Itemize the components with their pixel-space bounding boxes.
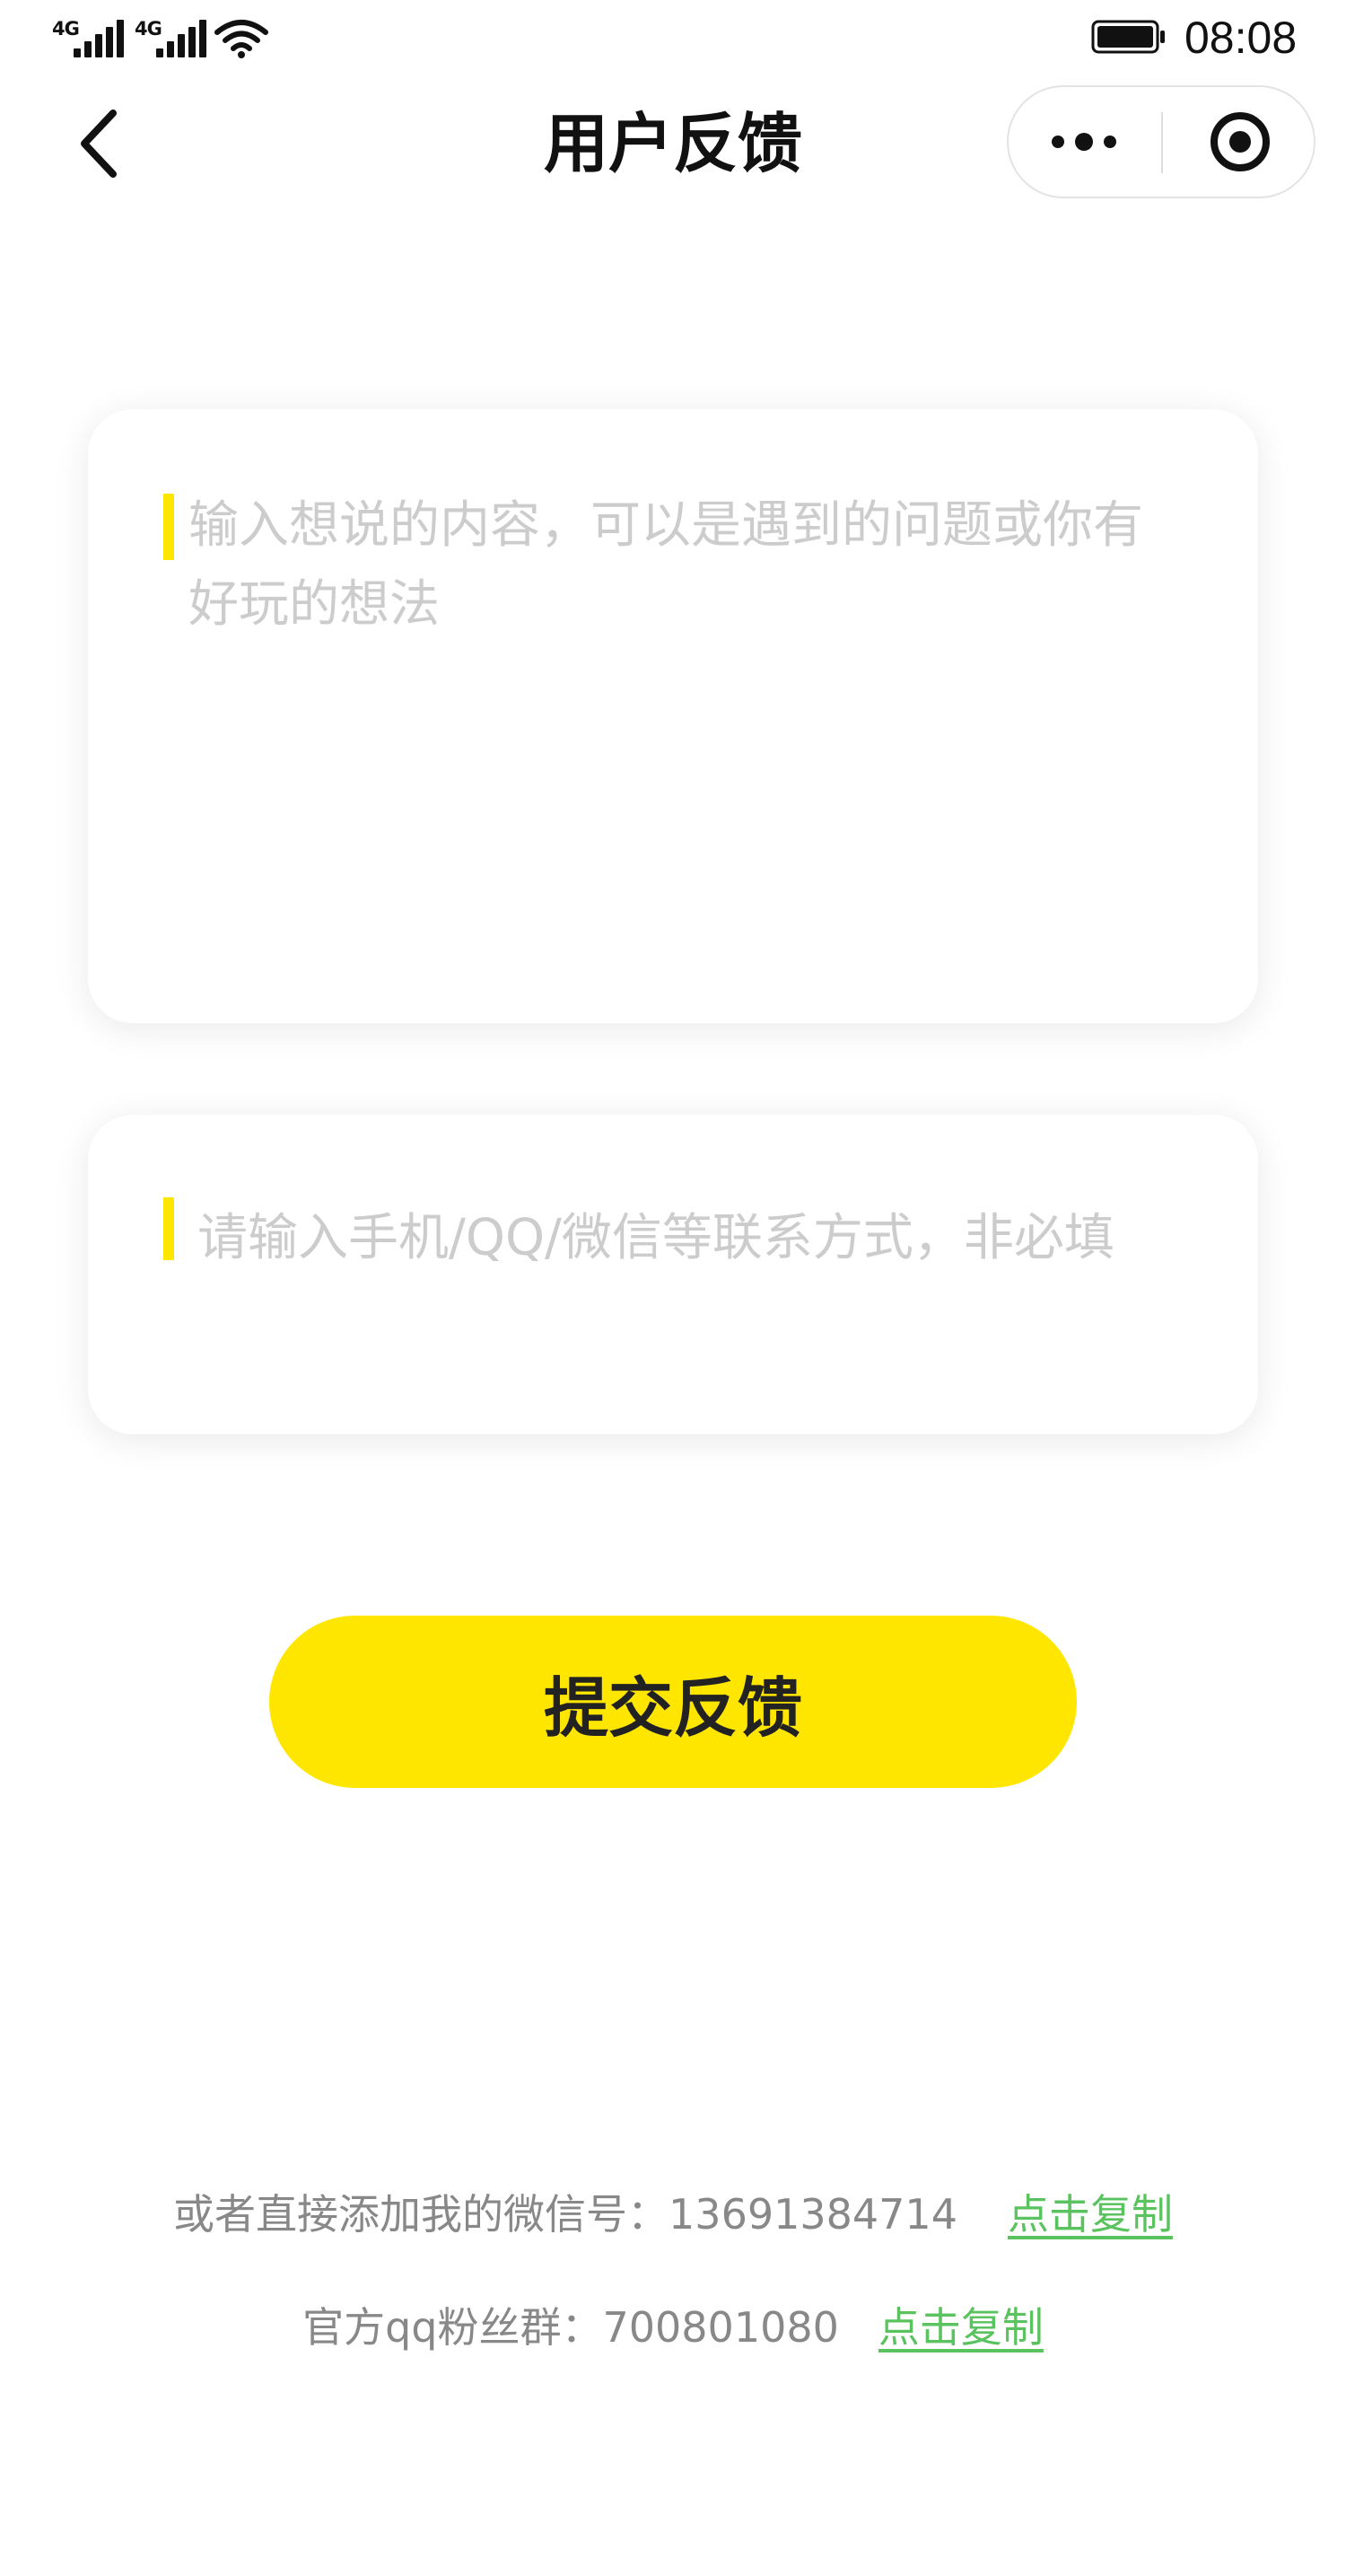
signal-label: 4G xyxy=(52,18,80,39)
contact-input[interactable]: 请输入手机/QQ/微信等联系方式，非必填 xyxy=(88,1115,1258,1434)
more-dots-icon xyxy=(1046,133,1122,151)
text-cursor xyxy=(163,494,174,560)
wechat-contact-line: 或者直接添加我的微信号：13691384714 点击复制 xyxy=(0,2183,1346,2246)
page-title: 用户反馈 xyxy=(543,106,802,181)
feedback-content-input[interactable]: 输入想说的内容，可以是遇到的问题或你有好玩的想法 xyxy=(88,409,1258,1023)
back-button[interactable] xyxy=(54,99,144,188)
copy-qq-link[interactable]: 点击复制 xyxy=(878,2303,1044,2352)
capsule-divider xyxy=(1161,112,1163,173)
signal-label: 4G xyxy=(135,18,162,39)
chevron-left-icon xyxy=(81,110,117,178)
battery-icon xyxy=(1091,20,1165,54)
signal-icon: 4G xyxy=(52,16,124,61)
contact-placeholder: 请输入手机/QQ/微信等联系方式，非必填 xyxy=(197,1209,1114,1267)
text-cursor xyxy=(163,1197,174,1260)
more-button[interactable] xyxy=(1009,87,1159,197)
qq-text: 官方qq粉丝群：700801080 xyxy=(302,2303,839,2352)
status-bar: 4G 4G 08:08 xyxy=(0,0,1346,81)
wifi-icon xyxy=(214,20,268,58)
feedback-content-placeholder: 输入想说的内容，可以是遇到的问题或你有好玩的想法 xyxy=(188,496,1143,634)
signal-icon: 4G xyxy=(135,16,206,61)
status-time: 08:08 xyxy=(1184,13,1298,63)
wechat-text: 或者直接添加我的微信号：13691384714 xyxy=(173,2190,957,2239)
copy-wechat-link[interactable]: 点击复制 xyxy=(1008,2190,1173,2239)
close-miniprogram-button[interactable] xyxy=(1165,87,1315,197)
submit-feedback-button[interactable]: 提交反馈 xyxy=(269,1616,1077,1788)
target-circle-icon xyxy=(1211,112,1270,171)
mini-program-capsule xyxy=(1007,85,1315,198)
qq-group-line: 官方qq粉丝群：700801080 点击复制 xyxy=(0,2296,1346,2359)
